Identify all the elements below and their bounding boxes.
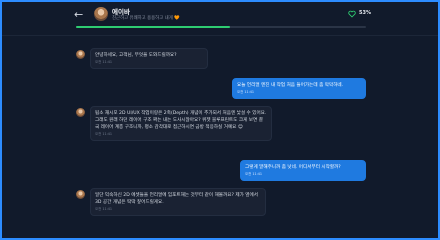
heart-icon <box>348 10 356 18</box>
message-text: 그렇게 말해주니까 좀 낫네. 어디서부터 시작할까? <box>245 165 341 170</box>
message-text: 일단 익숙하신 2D 에셋들을 언리얼에 임포트해는 것부터 같이 해볼까요? … <box>95 193 258 205</box>
message-time: 오전 11:41 <box>95 60 113 64</box>
header-divider <box>2 35 438 36</box>
chat-header: ← 에이바 친근하고 유쾌하고 용용하고 내게 🧡 53% <box>2 2 438 38</box>
message-text: 안녕하세요, 고객님, 무엇을 도와드릴까요? <box>95 53 177 58</box>
message-bubble-assistant: 안녕하세요, 고객님, 무엇을 도와드릴까요? 오전 11:41 <box>90 48 208 69</box>
message-time: 오전 11:41 <box>95 132 113 136</box>
message-bubble-assistant: 됩소 재시모 2D UI/UX 작업이랑은 2축(Depth) 개념이 추가되서… <box>90 106 272 141</box>
avatar[interactable] <box>76 190 85 199</box>
message-bubble-user: 그렇게 말해주니까 좀 낫네. 어디서부터 시작할까? 오전 11:41 <box>240 160 366 181</box>
message-text: 요늘 언리얼 엔진 내 작업 처음 들어가는데 좀 막막하네. <box>237 83 344 88</box>
back-arrow-icon[interactable]: ← <box>74 9 86 21</box>
chat-window: ← 에이바 친근하고 유쾌하고 용용하고 내게 🧡 53% 안녕하세요, 고객님… <box>0 0 440 240</box>
message-time: 오전 11:41 <box>95 207 113 211</box>
avatar[interactable] <box>76 50 85 59</box>
message-text: 됩소 재시모 2D UI/UX 작업이랑은 2축(Depth) 개념이 추가되서… <box>95 111 267 130</box>
message-time: 오전 11:41 <box>245 172 263 176</box>
avatar[interactable] <box>94 7 108 21</box>
character-description: 친근하고 유쾌하고 용용하고 내게 🧡 <box>112 16 180 21</box>
avatar[interactable] <box>76 108 85 117</box>
affinity-progress-fill <box>76 26 230 28</box>
message-time: 오전 11:41 <box>237 90 255 94</box>
affinity-progress-bar <box>76 26 366 28</box>
message-bubble-assistant: 일단 익숙하신 2D 에셋들을 언리얼에 임포트해는 것부터 같이 해볼까요? … <box>90 188 266 216</box>
message-bubble-user: 요늘 언리얼 엔진 내 작업 처음 들어가는데 좀 막막하네. 오전 11:41 <box>232 78 366 99</box>
affinity-percent: 53% <box>359 10 371 16</box>
